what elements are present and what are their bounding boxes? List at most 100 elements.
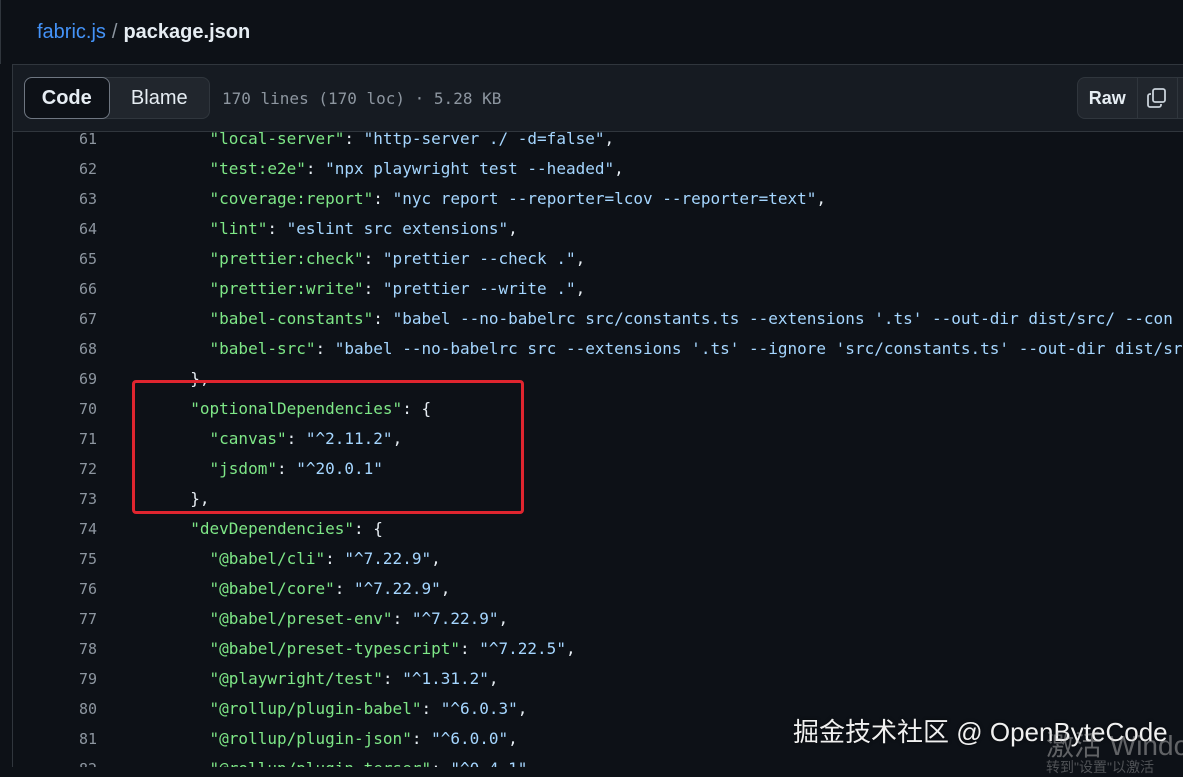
code-token-key: "prettier:write": [210, 279, 364, 298]
code-token-indent: [171, 249, 210, 268]
code-line: 82 "@rollup/plugin-terser": "^0.4.1",: [13, 754, 1183, 767]
code-token-mid: :: [306, 159, 325, 178]
code-token-mid: :: [364, 279, 383, 298]
line-number[interactable]: 73: [13, 484, 97, 514]
line-number[interactable]: 78: [13, 634, 97, 664]
code-line: 78 "@babel/preset-typescript": "^7.22.5"…: [13, 634, 1183, 664]
breadcrumb-bar: fabric.js /package.json: [0, 0, 1183, 64]
line-number[interactable]: 65: [13, 244, 97, 274]
code-token-key: "jsdom": [210, 459, 277, 478]
more-actions[interactable]: [1178, 78, 1183, 118]
code-line: 65 "prettier:check": "prettier --check .…: [13, 244, 1183, 274]
line-code: "optionalDependencies": {: [171, 394, 431, 424]
line-number[interactable]: 76: [13, 574, 97, 604]
line-code: "babel-src": "babel --no-babelrc src --e…: [171, 334, 1182, 364]
line-number[interactable]: 62: [13, 154, 97, 184]
line-number[interactable]: 66: [13, 274, 97, 304]
code-token-tail: ,: [393, 429, 403, 448]
blame-tab[interactable]: Blame: [110, 78, 209, 118]
code-token-key: "@rollup/plugin-babel": [210, 699, 422, 718]
code-token-val: "babel --no-babelrc src/constants.ts --e…: [393, 309, 1173, 328]
line-code: "@playwright/test": "^1.31.2",: [171, 664, 499, 694]
line-number[interactable]: 67: [13, 304, 97, 334]
code-token-mid: :: [421, 699, 440, 718]
code-token-val: "nyc report --reporter=lcov --reporter=t…: [393, 189, 817, 208]
code-line: 69 },: [13, 364, 1183, 394]
code-token-val: "^20.0.1": [296, 459, 383, 478]
code-line: 73 },: [13, 484, 1183, 514]
raw-actions: Raw: [1077, 77, 1183, 119]
code-line: 77 "@babel/preset-env": "^7.22.9",: [13, 604, 1183, 634]
code-token-indent: [171, 279, 210, 298]
line-code: "babel-constants": "babel --no-babelrc s…: [171, 304, 1173, 334]
line-number[interactable]: 70: [13, 394, 97, 424]
code-token-indent: [171, 339, 210, 358]
code-line: 62 "test:e2e": "npx playwright test --he…: [13, 154, 1183, 184]
line-code: "canvas": "^2.11.2",: [171, 424, 402, 454]
line-code: "local-server": "http-server ./ -d=false…: [171, 132, 614, 154]
code-token-key: "@babel/preset-env": [210, 609, 393, 628]
code-token-key: "babel-constants": [210, 309, 374, 328]
code-token-val: "npx playwright test --headed": [325, 159, 614, 178]
line-code: "coverage:report": "nyc report --reporte…: [171, 184, 826, 214]
line-number[interactable]: 81: [13, 724, 97, 754]
line-number[interactable]: 61: [13, 132, 97, 154]
line-code: "@babel/preset-env": "^7.22.9",: [171, 604, 508, 634]
code-line: 63 "coverage:report": "nyc report --repo…: [13, 184, 1183, 214]
code-token-tail: ,: [508, 219, 518, 238]
line-number[interactable]: 68: [13, 334, 97, 364]
code-token-mid: :: [373, 189, 392, 208]
line-number[interactable]: 71: [13, 424, 97, 454]
breadcrumb-separator: /: [112, 21, 118, 43]
code-token-mid: },: [190, 489, 209, 508]
code-line: 72 "jsdom": "^20.0.1": [13, 454, 1183, 484]
code-token-val: "^7.22.9": [354, 579, 441, 598]
breadcrumb: fabric.js /package.json: [37, 19, 250, 45]
code-token-tail: ,: [441, 579, 451, 598]
line-number[interactable]: 75: [13, 544, 97, 574]
code-token-val: "^6.0.3": [441, 699, 518, 718]
code-token-val: "babel --no-babelrc src --extensions '.t…: [335, 339, 1183, 358]
line-code: "@rollup/plugin-terser": "^0.4.1",: [171, 754, 537, 767]
code-token-tail: ,: [816, 189, 826, 208]
code-token-key: "@babel/cli": [210, 549, 326, 568]
line-number[interactable]: 69: [13, 364, 97, 394]
file-name: package.json: [123, 21, 250, 43]
line-number[interactable]: 80: [13, 694, 97, 724]
code-line: 79 "@playwright/test": "^1.31.2",: [13, 664, 1183, 694]
code-token-indent: [171, 639, 210, 658]
code-token-indent: [171, 429, 210, 448]
code-token-mid: :: [277, 459, 296, 478]
code-token-indent: [171, 609, 210, 628]
code-token-tail: ,: [576, 249, 586, 268]
line-number[interactable]: 74: [13, 514, 97, 544]
line-number[interactable]: 82: [13, 754, 97, 767]
code-line: 71 "canvas": "^2.11.2",: [13, 424, 1183, 454]
code-line: 76 "@babel/core": "^7.22.9",: [13, 574, 1183, 604]
code-token-key: "optionalDependencies": [190, 399, 402, 418]
file-info: 170 lines (170 loc) · 5.28 KB: [222, 89, 501, 108]
code-token-indent: [171, 489, 190, 508]
line-number[interactable]: 63: [13, 184, 97, 214]
code-token-mid: :: [344, 132, 363, 148]
code-token-val: "^7.22.9": [412, 609, 499, 628]
code-token-mid: :: [316, 339, 335, 358]
repo-link[interactable]: fabric.js: [37, 21, 106, 43]
code-tab[interactable]: Code: [24, 77, 110, 119]
code-token-key: "@babel/preset-typescript": [210, 639, 460, 658]
code-token-mid: :: [335, 579, 354, 598]
line-number[interactable]: 72: [13, 454, 97, 484]
copy-button[interactable]: [1138, 78, 1178, 118]
line-number[interactable]: 64: [13, 214, 97, 244]
code-lines: 61 "local-server": "http-server ./ -d=fa…: [13, 132, 1183, 767]
code-token-tail: ,: [527, 759, 537, 767]
code-token-key: "local-server": [210, 132, 345, 148]
code-token-mid: :: [325, 549, 344, 568]
code-token-indent: [171, 369, 190, 388]
raw-button[interactable]: Raw: [1078, 78, 1138, 118]
code-token-key: "@playwright/test": [210, 669, 383, 688]
code-token-tail: ,: [489, 669, 499, 688]
line-number[interactable]: 77: [13, 604, 97, 634]
code-token-key: "devDependencies": [190, 519, 354, 538]
line-number[interactable]: 79: [13, 664, 97, 694]
